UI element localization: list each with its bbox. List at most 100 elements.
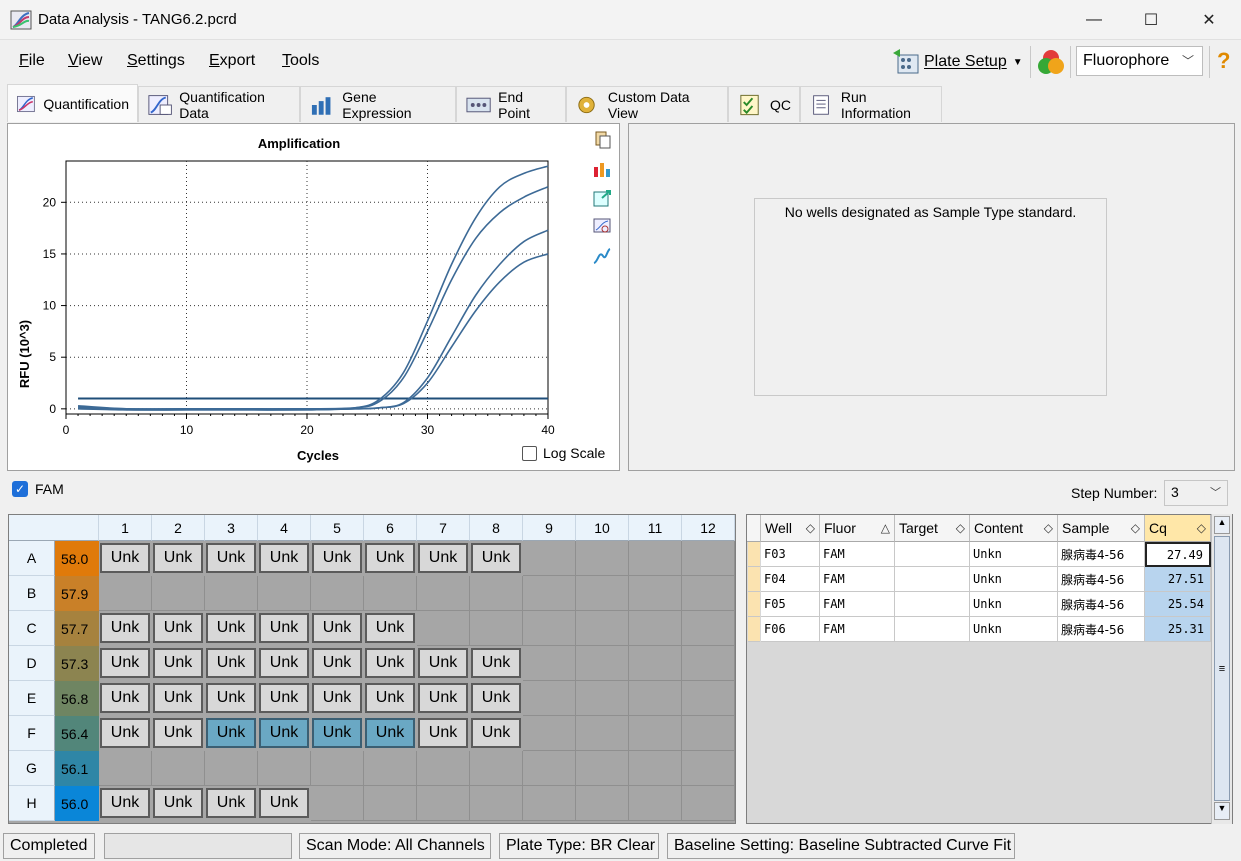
row-selector[interactable] — [748, 617, 760, 642]
plate-well[interactable] — [311, 786, 364, 821]
plate-well[interactable]: Unk — [365, 613, 415, 643]
plate-well[interactable]: Unk — [153, 613, 203, 643]
plate-well[interactable] — [152, 576, 205, 611]
plate-well[interactable] — [629, 786, 682, 821]
plate-well[interactable] — [311, 751, 364, 786]
plate-well[interactable]: Unk — [312, 718, 362, 748]
plate-well[interactable] — [682, 646, 735, 681]
fam-checkbox[interactable]: ✓ — [12, 481, 28, 497]
plate-well[interactable] — [682, 541, 735, 576]
plate-well[interactable] — [152, 751, 205, 786]
plate-well[interactable]: Unk — [365, 718, 415, 748]
maximize-button[interactable]: ☐ — [1122, 0, 1180, 40]
plate-well[interactable] — [523, 751, 576, 786]
plate-well[interactable] — [523, 716, 576, 751]
plate-well[interactable] — [523, 576, 576, 611]
table-cell-well[interactable]: F06 — [761, 617, 820, 642]
plate-well[interactable] — [629, 716, 682, 751]
plate-well[interactable] — [629, 541, 682, 576]
column-header-well[interactable]: Well ◇ — [761, 515, 820, 542]
sort-icon[interactable]: ◇ — [806, 521, 815, 535]
log-scale-checkbox[interactable] — [522, 445, 537, 461]
step-number-select[interactable]: 3 ﹀ — [1164, 480, 1228, 506]
menu-settings[interactable]: Settings — [127, 52, 185, 70]
plate-well[interactable] — [576, 611, 629, 646]
plate-well[interactable]: Unk — [259, 718, 309, 748]
tab-custom-data-view[interactable]: Custom Data View — [566, 86, 728, 122]
table-cell-cq[interactable]: 27.49 — [1145, 542, 1211, 567]
plate-column-header[interactable]: 8 — [470, 515, 523, 541]
scroll-up-button[interactable]: ▲ — [1214, 516, 1230, 534]
table-cell-well[interactable]: F03 — [761, 542, 820, 567]
plate-well[interactable] — [576, 646, 629, 681]
menu-tools[interactable]: Tools — [282, 52, 319, 70]
plate-well[interactable]: Unk — [100, 683, 150, 713]
plate-well[interactable]: Unk — [312, 613, 362, 643]
plate-well[interactable] — [682, 681, 735, 716]
plate-well[interactable] — [629, 611, 682, 646]
chart-settings-icon[interactable] — [592, 159, 612, 179]
plate-well[interactable] — [682, 716, 735, 751]
plate-well[interactable]: Unk — [259, 788, 309, 818]
tab-run-information[interactable]: Run Information — [800, 86, 942, 122]
plate-well[interactable]: Unk — [206, 718, 256, 748]
plate-well[interactable]: Unk — [259, 613, 309, 643]
menu-file[interactable]: File — [19, 52, 45, 70]
plate-well[interactable]: Unk — [153, 648, 203, 678]
fluorophore-color-icon[interactable] — [1036, 47, 1066, 77]
plate-well[interactable] — [682, 576, 735, 611]
table-cell-sample[interactable]: 腺病毒4-56 — [1058, 592, 1145, 617]
close-button[interactable]: ✕ — [1180, 0, 1238, 40]
plate-well[interactable]: Unk — [100, 718, 150, 748]
sort-icon[interactable]: ◇ — [956, 521, 965, 535]
menu-export[interactable]: Export — [209, 52, 255, 70]
plate-well[interactable] — [364, 751, 417, 786]
plate-well[interactable] — [629, 646, 682, 681]
plate-well[interactable]: Unk — [259, 543, 309, 573]
plate-row-header[interactable]: F — [9, 716, 55, 751]
plate-well[interactable] — [523, 681, 576, 716]
row-selector[interactable] — [748, 542, 760, 567]
table-cell-cq[interactable]: 25.31 — [1145, 617, 1211, 642]
column-header-cq[interactable]: Cq ◇ — [1145, 515, 1211, 542]
plate-well[interactable]: Unk — [418, 718, 468, 748]
table-cell-target[interactable] — [895, 592, 970, 617]
help-icon[interactable]: ? — [1217, 48, 1230, 74]
table-cell-cq[interactable]: 27.51 — [1145, 567, 1211, 592]
plate-well[interactable] — [258, 576, 311, 611]
plate-well[interactable]: Unk — [259, 683, 309, 713]
plate-well[interactable]: Unk — [365, 683, 415, 713]
plate-row-header[interactable]: H — [9, 786, 55, 821]
table-cell-content[interactable]: Unkn — [970, 542, 1058, 567]
plate-well[interactable] — [523, 786, 576, 821]
table-cell-target[interactable] — [895, 567, 970, 592]
plate-well[interactable] — [576, 681, 629, 716]
column-header-content[interactable]: Content ◇ — [970, 515, 1058, 542]
plate-column-header[interactable]: 9 — [523, 515, 576, 541]
plate-well[interactable] — [417, 576, 470, 611]
plate-well[interactable] — [523, 611, 576, 646]
table-cell-well[interactable]: F04 — [761, 567, 820, 592]
plate-well[interactable]: Unk — [471, 718, 521, 748]
table-cell-sample[interactable]: 腺病毒4-56 — [1058, 567, 1145, 592]
plate-well[interactable] — [99, 751, 152, 786]
plate-well[interactable]: Unk — [153, 543, 203, 573]
table-cell-content[interactable]: Unkn — [970, 567, 1058, 592]
column-header-fluor[interactable]: Fluor △ — [820, 515, 895, 542]
curve-icon[interactable] — [592, 246, 612, 266]
sort-icon[interactable]: ◇ — [1044, 521, 1053, 535]
table-cell-sample[interactable]: 腺病毒4-56 — [1058, 542, 1145, 567]
plate-column-header[interactable]: 6 — [364, 515, 417, 541]
plate-well[interactable] — [417, 786, 470, 821]
plate-well[interactable]: Unk — [365, 543, 415, 573]
plate-well[interactable] — [205, 751, 258, 786]
plate-well[interactable] — [576, 716, 629, 751]
plate-well[interactable]: Unk — [153, 788, 203, 818]
table-cell-fluor[interactable]: FAM — [820, 592, 895, 617]
plate-column-header[interactable]: 10 — [576, 515, 629, 541]
plate-row-header[interactable]: B — [9, 576, 55, 611]
plate-row-header[interactable]: C — [9, 611, 55, 646]
amplification-curve[interactable] — [77, 165, 549, 410]
amplification-chart[interactable]: Amplification Cycles RFU (10^3) 0 10 20 30 4… — [8, 124, 619, 470]
plate-well[interactable] — [417, 611, 470, 646]
